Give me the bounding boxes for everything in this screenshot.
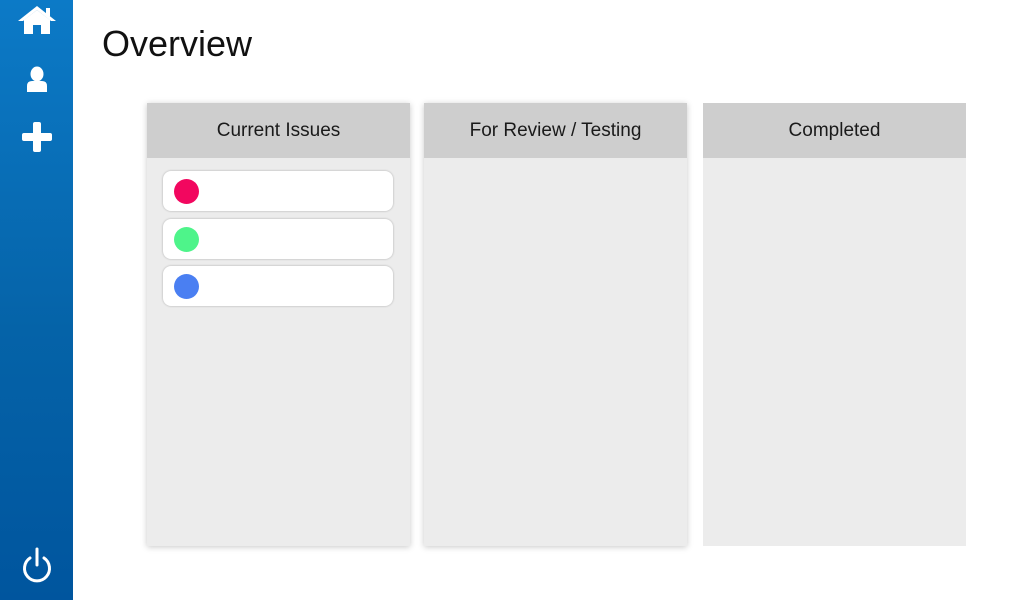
column-current-issues: Current Issues bbox=[147, 103, 410, 546]
home-button[interactable] bbox=[0, 2, 73, 38]
status-dot bbox=[174, 274, 199, 299]
add-button[interactable] bbox=[0, 119, 73, 155]
app-root: Overview Current Issues For Review / Tes… bbox=[0, 0, 1024, 600]
plus-icon bbox=[21, 122, 52, 152]
issue-card[interactable] bbox=[163, 266, 393, 306]
sidebar bbox=[0, 0, 73, 600]
column-header: For Review / Testing bbox=[424, 103, 687, 158]
column-header: Current Issues bbox=[147, 103, 410, 158]
status-dot bbox=[174, 227, 199, 252]
issue-card[interactable] bbox=[163, 171, 393, 211]
power-button[interactable] bbox=[0, 544, 73, 588]
user-icon bbox=[26, 66, 47, 92]
column-completed: Completed bbox=[703, 103, 966, 546]
status-dot bbox=[174, 179, 199, 204]
column-for-review-testing: For Review / Testing bbox=[424, 103, 687, 546]
issue-card[interactable] bbox=[163, 219, 393, 259]
power-icon bbox=[22, 547, 51, 583]
column-header: Completed bbox=[703, 103, 966, 158]
home-icon bbox=[17, 6, 56, 34]
page-title: Overview bbox=[102, 23, 253, 64]
user-button[interactable] bbox=[0, 62, 73, 96]
